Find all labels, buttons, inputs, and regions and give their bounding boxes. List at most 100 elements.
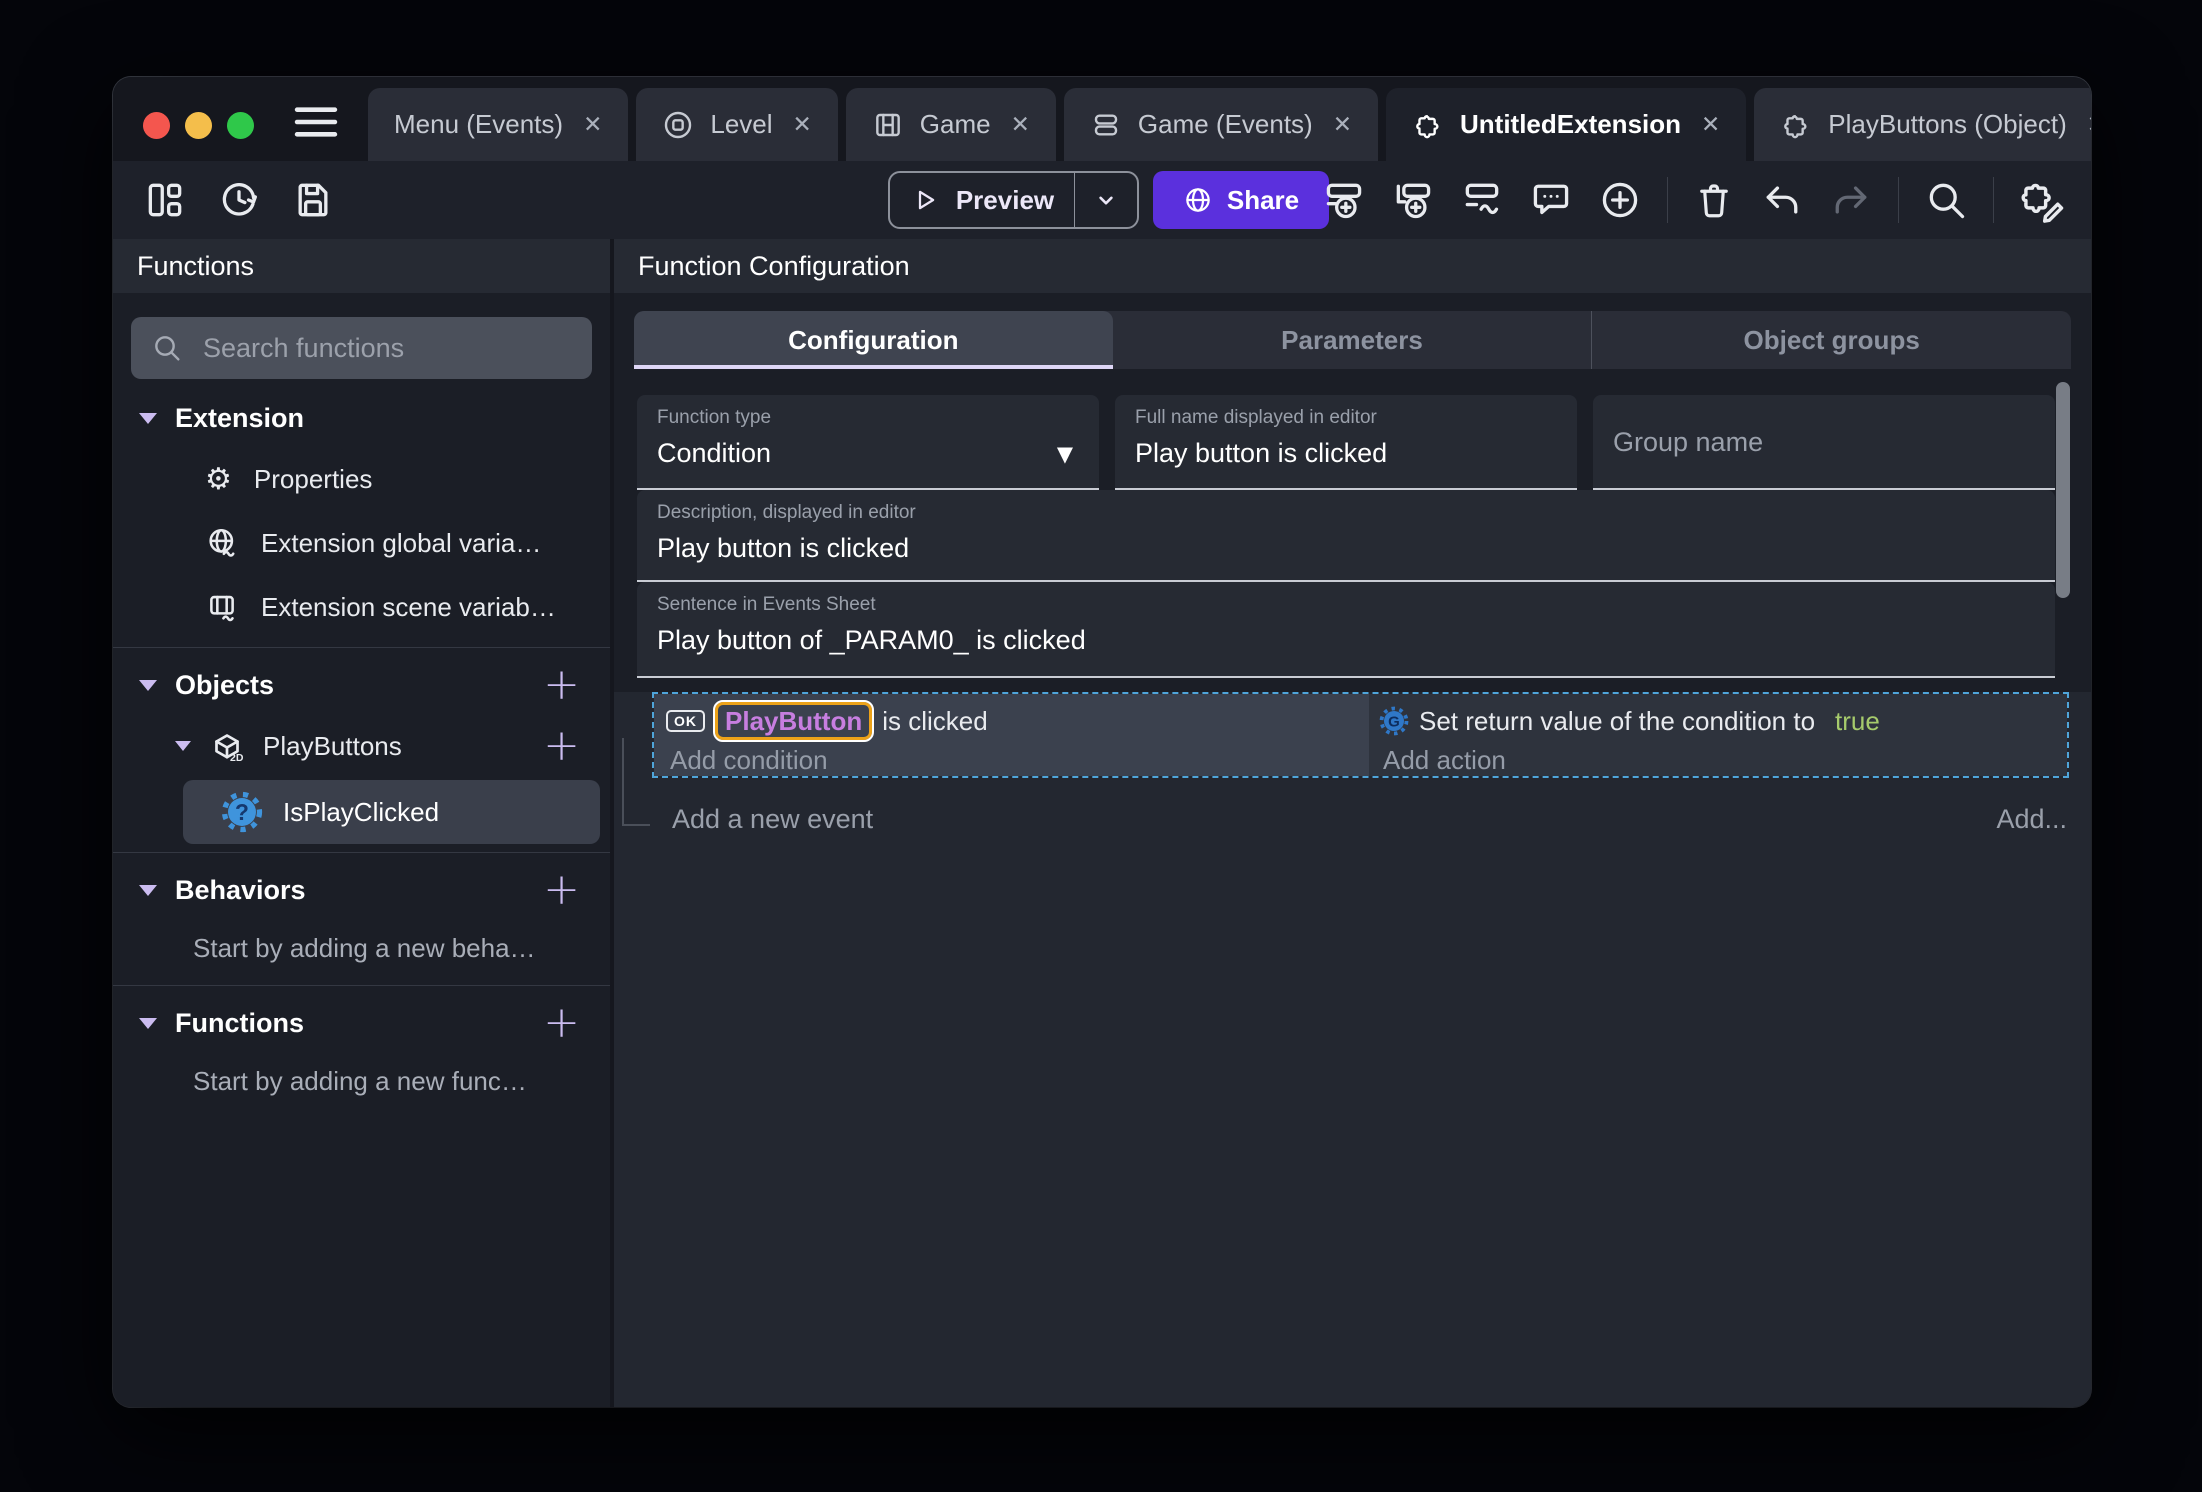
sidebar-item-extension-scene-variables[interactable]: Extension scene variab… [113, 575, 610, 639]
add-subevent-icon[interactable] [1391, 178, 1435, 222]
tab-label: Game [919, 109, 991, 139]
add-event-icon[interactable] [1322, 178, 1366, 222]
add-object-button[interactable]: + [543, 663, 580, 707]
sidebar-divider [113, 852, 610, 853]
tab-object-groups[interactable]: Object groups [1591, 311, 2071, 369]
field-label: Function type [657, 407, 772, 428]
sidebar-item-isplayclicked[interactable]: ? IsPlayClicked [183, 780, 600, 844]
add-action-button[interactable]: Add action [1379, 743, 2067, 777]
globe-variables-icon [205, 526, 239, 560]
field-label: Sentence in Events Sheet [657, 594, 876, 615]
edit-extension-icon[interactable] [2019, 177, 2065, 223]
level-icon [662, 109, 694, 141]
tab-configuration[interactable]: Configuration [634, 311, 1113, 369]
gdevelop-window: Menu (Events) ✕ Level ✕ Game ✕ Game (Eve… [113, 77, 2091, 1407]
add-behavior-button[interactable]: + [543, 868, 580, 912]
close-icon[interactable]: ✕ [1011, 112, 1030, 138]
sentence-field[interactable]: Sentence in Events Sheet [637, 582, 2055, 678]
project-manager-icon[interactable] [143, 178, 187, 222]
action-value[interactable]: true [1835, 706, 1880, 737]
sidebar-item-extension-global-variables[interactable]: Extension global varia… [113, 511, 610, 575]
sentence-input[interactable] [657, 625, 2035, 656]
toolbar-left-group [143, 161, 335, 239]
tab-label: UntitledExtension [1460, 109, 1682, 139]
tab-level[interactable]: Level ✕ [636, 88, 838, 161]
event-conditions-column[interactable]: OK PlayButton is clicked Add condition [654, 694, 1369, 776]
add-object-function-button[interactable]: + [543, 724, 580, 768]
tab-menu-events[interactable]: Menu (Events) ✕ [368, 88, 629, 161]
selected-event[interactable]: OK PlayButton is clicked Add condition G… [652, 692, 2069, 778]
close-icon[interactable]: ✕ [1701, 112, 1720, 138]
condition-text[interactable]: is clicked [882, 706, 987, 737]
top-fields-row: Function type Condition ▼ Full name disp… [637, 395, 2055, 490]
search-icon [151, 332, 183, 364]
group-name-input[interactable] [1613, 427, 2035, 458]
close-window-button[interactable] [143, 112, 170, 139]
sidebar-item-playbuttons[interactable]: 2D PlayButtons + [113, 714, 610, 778]
tab-game[interactable]: Game ✕ [845, 88, 1056, 161]
editor-tabs: Menu (Events) ✕ Level ✕ Game ✕ Game (Eve… [368, 88, 2091, 161]
field-label: Description, displayed in editor [657, 502, 916, 523]
minimize-window-button[interactable] [185, 112, 212, 139]
trash-icon[interactable] [1693, 179, 1735, 221]
gdevelop-gear-icon: G [1379, 706, 1409, 736]
close-icon[interactable]: ✕ [2087, 112, 2091, 138]
section-behaviors[interactable]: Behaviors + [113, 861, 610, 919]
close-icon[interactable]: ✕ [583, 112, 602, 138]
add-other-event-icon[interactable] [1460, 178, 1504, 222]
save-icon[interactable] [291, 178, 335, 222]
event-tree-connector [622, 738, 650, 826]
section-functions[interactable]: Functions + [113, 994, 610, 1052]
tab-bar: Menu (Events) ✕ Level ✕ Game ✕ Game (Eve… [113, 77, 2091, 161]
sidebar-item-properties[interactable]: ⚙ Properties [113, 447, 610, 511]
group-name-field[interactable] [1593, 395, 2055, 490]
search-input[interactable] [201, 331, 572, 365]
function-gear-icon: ? [221, 791, 263, 833]
redo-icon[interactable] [1829, 178, 1873, 222]
chevron-down-icon [139, 1017, 157, 1029]
functions-sidebar: Functions Extension ⚙ Properties Extensi… [113, 239, 610, 1407]
history-icon[interactable] [217, 178, 261, 222]
search-icon[interactable] [1924, 178, 1968, 222]
preview-button-main[interactable]: Preview [890, 185, 1074, 216]
main-menu-icon[interactable] [293, 104, 339, 140]
action-text[interactable]: Set return value of the condition to [1419, 706, 1815, 737]
event-actions-column[interactable]: G Set return value of the condition to t… [1369, 694, 2067, 776]
full-name-input[interactable] [1135, 438, 1557, 469]
close-icon[interactable]: ✕ [793, 112, 812, 138]
events-list-icon [1090, 109, 1122, 141]
comment-icon[interactable] [1529, 178, 1573, 222]
add-new-event-button[interactable]: Add a new event [672, 804, 873, 835]
dropdown-caret-icon: ▼ [1056, 441, 1073, 466]
preview-dropdown-button[interactable] [1075, 187, 1137, 213]
description-input[interactable] [657, 533, 2035, 564]
tab-game-events[interactable]: Game (Events) ✕ [1063, 88, 1378, 161]
close-icon[interactable]: ✕ [1333, 112, 1352, 138]
vertical-scrollbar[interactable] [2056, 382, 2070, 598]
add-function-button[interactable]: + [543, 1001, 580, 1045]
undo-icon[interactable] [1760, 178, 1804, 222]
description-field[interactable]: Description, displayed in editor [637, 490, 2055, 582]
add-more-button[interactable]: Add... [1996, 804, 2067, 835]
tab-parameters[interactable]: Parameters [1113, 311, 1592, 369]
configuration-tabs: Configuration Parameters Object groups [634, 311, 2071, 369]
ok-button-object-icon: OK [666, 710, 705, 732]
item-label: PlayButtons [263, 730, 402, 761]
events-sheet: OK PlayButton is clicked Add condition G… [614, 692, 2091, 1407]
full-name-field[interactable]: Full name displayed in editor [1115, 395, 1577, 490]
share-button[interactable]: Share [1153, 171, 1329, 229]
section-objects[interactable]: Objects + [113, 656, 610, 714]
toolbar-divider [1667, 177, 1668, 223]
tab-playbuttons-object[interactable]: PlayButtons (Object) ✕ [1754, 88, 2091, 161]
selected-object-chip[interactable]: PlayButton [712, 700, 875, 742]
search-functions-box[interactable] [131, 317, 592, 379]
preview-button[interactable]: Preview [888, 171, 1139, 229]
function-type-select[interactable]: Function type Condition ▼ [637, 395, 1099, 490]
toolbar-divider [1993, 177, 1994, 223]
add-condition-button[interactable]: Add condition [666, 743, 1369, 777]
item-label: Properties [253, 463, 373, 494]
section-extension[interactable]: Extension [113, 389, 610, 447]
zoom-window-button[interactable] [227, 112, 254, 139]
add-circle-icon[interactable] [1598, 178, 1642, 222]
tab-untitled-extension[interactable]: UntitledExtension ✕ [1386, 88, 1747, 161]
